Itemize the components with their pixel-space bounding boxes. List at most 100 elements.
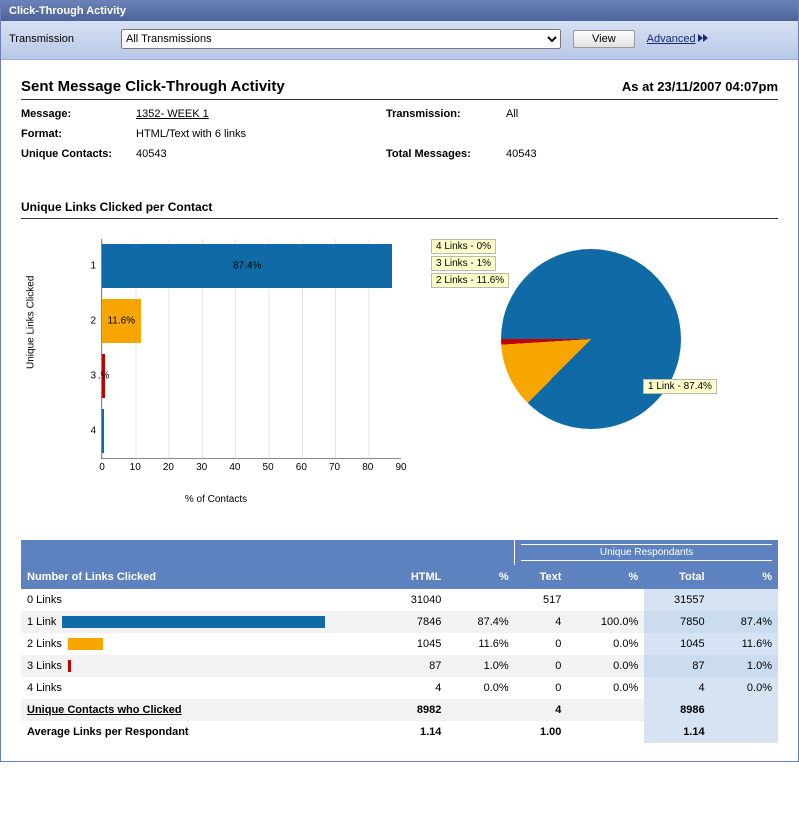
window-title: Click-Through Activity [9,5,126,17]
average-total: 1.14 [644,721,710,743]
bar-xtick: 10 [130,458,141,473]
bar-xtick: 30 [196,458,207,473]
pie-callout-1link: 1 Link - 87.4% [643,379,717,394]
pie-callout-2links: 2 Links - 11.6% [431,273,509,288]
meta-message-value[interactable]: 1352- WEEK 1 [136,108,386,120]
bar-xtick: 60 [296,458,307,473]
meta-format-value: HTML/Text with 6 links [136,128,386,140]
cell-total: 31557 [644,589,710,611]
row-label: 3 Links [27,660,62,672]
row-inline-bar [68,638,103,650]
cell-html_pct: 0.0% [447,677,514,699]
cell-text: 517 [515,589,568,611]
cell-text_pct: 0.0% [567,677,644,699]
meta-total-messages-value: 40543 [506,148,778,160]
meta-total-messages-label: Total Messages: [386,148,506,160]
meta-format-label: Format: [21,128,136,140]
row-label-cell: 0 Links [21,589,381,611]
bar: .% [102,354,105,398]
advanced-link[interactable]: Advanced [647,33,708,45]
meta-transmission-value: All [506,108,778,120]
cell-text_pct: 100.0% [567,611,644,633]
bar-chart-xlabel: % of Contacts [21,494,411,505]
pie-callout-3links: 3 Links - 1% [431,256,496,271]
title-bar: Click-Through Activity [1,1,798,21]
links-table: Unique Respondants Number of Links Click… [21,539,778,743]
transmission-select[interactable]: All Transmissions [121,29,561,49]
cell-html: 1045 [381,633,447,655]
table-row: 1 Link784687.4%4100.0%785087.4% [21,611,778,633]
bar-value-label: 11.6% [107,316,135,327]
report-asat: As at 23/11/2007 04:07pm [622,79,778,94]
average-label: Average Links per Respondant [21,721,381,743]
row-label: 1 Link [27,616,56,628]
table-row: 0 Links3104051731557 [21,589,778,611]
chevron-right-icon [698,33,708,45]
app-window: Click-Through Activity Transmission All … [0,0,799,762]
summary-row: Unique Contacts who Clicked898248986 [21,699,778,721]
meta-message-label: Message: [21,108,136,120]
row-inline-bar [62,616,324,628]
advanced-link-label: Advanced [647,33,696,45]
cell-html: 87 [381,655,447,677]
bar-xtick: 80 [362,458,373,473]
bar-row [102,409,401,453]
col-links: Number of Links Clicked [21,565,381,589]
cell-total: 87 [644,655,710,677]
bar-xtick: 0 [99,458,105,473]
report-header: Sent Message Click-Through Activity As a… [21,78,778,100]
row-label: 0 Links [27,594,62,606]
table-body: 0 Links31040517315571 Link784687.4%4100.… [21,589,778,743]
cell-html_pct: 1.0% [447,655,514,677]
bar-ytick: 3 [82,370,102,381]
report-meta: Message: 1352- WEEK 1 Transmission: All … [21,108,778,160]
cell-total_pct: 11.6% [711,633,778,655]
cell-text_pct: 0.0% [567,655,644,677]
cell-total_pct: 0.0% [711,677,778,699]
cell-total: 7850 [644,611,710,633]
cell-html_pct [447,589,514,611]
cell-html_pct: 87.4% [447,611,514,633]
cell-text: 0 [515,633,568,655]
transmission-label: Transmission [9,33,109,45]
summary-label: Unique Contacts who Clicked [27,704,182,716]
bar-ytick: 2 [82,316,102,327]
bar-row: 11.6% [102,299,401,343]
row-label: 2 Links [27,638,62,650]
table-head: Unique Respondants Number of Links Click… [21,540,778,590]
bar-chart: Unique Links Clicked 87.4%111.6%2.%34010… [21,229,411,509]
bar: 11.6% [102,299,141,343]
bar-xtick: 70 [329,458,340,473]
bar-xtick: 20 [163,458,174,473]
summary-html: 8982 [381,699,447,721]
bar-xtick: 40 [229,458,240,473]
row-label-cell: 1 Link [21,611,381,633]
bar-row: 87.4% [102,244,401,288]
bar-chart-ylabel: Unique Links Clicked [26,276,37,369]
cell-html: 4 [381,677,447,699]
cell-total: 1045 [644,633,710,655]
pie-chart: 4 Links - 0% 3 Links - 1% 2 Links - 11.6… [431,229,731,449]
view-button[interactable]: View [573,30,635,48]
filter-bar: Transmission All Transmissions View Adva… [1,21,798,60]
cell-html_pct: 11.6% [447,633,514,655]
row-label-cell: 2 Links [21,633,381,655]
bar-chart-plot: 87.4%111.6%2.%340102030405060708090 [101,239,401,459]
average-row: Average Links per Respondant1.141.001.14 [21,721,778,743]
average-html: 1.14 [381,721,447,743]
row-label-cell: 4 Links [21,677,381,699]
cell-text_pct: 0.0% [567,633,644,655]
pie-callout-4links: 4 Links - 0% [431,239,496,254]
average-text: 1.00 [515,721,568,743]
row-inline-bar [68,660,71,672]
summary-total: 8986 [644,699,710,721]
charts-row: Unique Links Clicked 87.4%111.6%2.%34010… [21,229,778,509]
cell-text: 0 [515,677,568,699]
col-total-pct: % [711,565,778,589]
pie-chart-graphic [501,249,681,429]
bar [102,409,104,453]
row-label-cell: 3 Links [21,655,381,677]
cell-total_pct: 1.0% [711,655,778,677]
table-group-header: Unique Respondants [600,547,693,558]
bar-xtick: 90 [395,458,406,473]
